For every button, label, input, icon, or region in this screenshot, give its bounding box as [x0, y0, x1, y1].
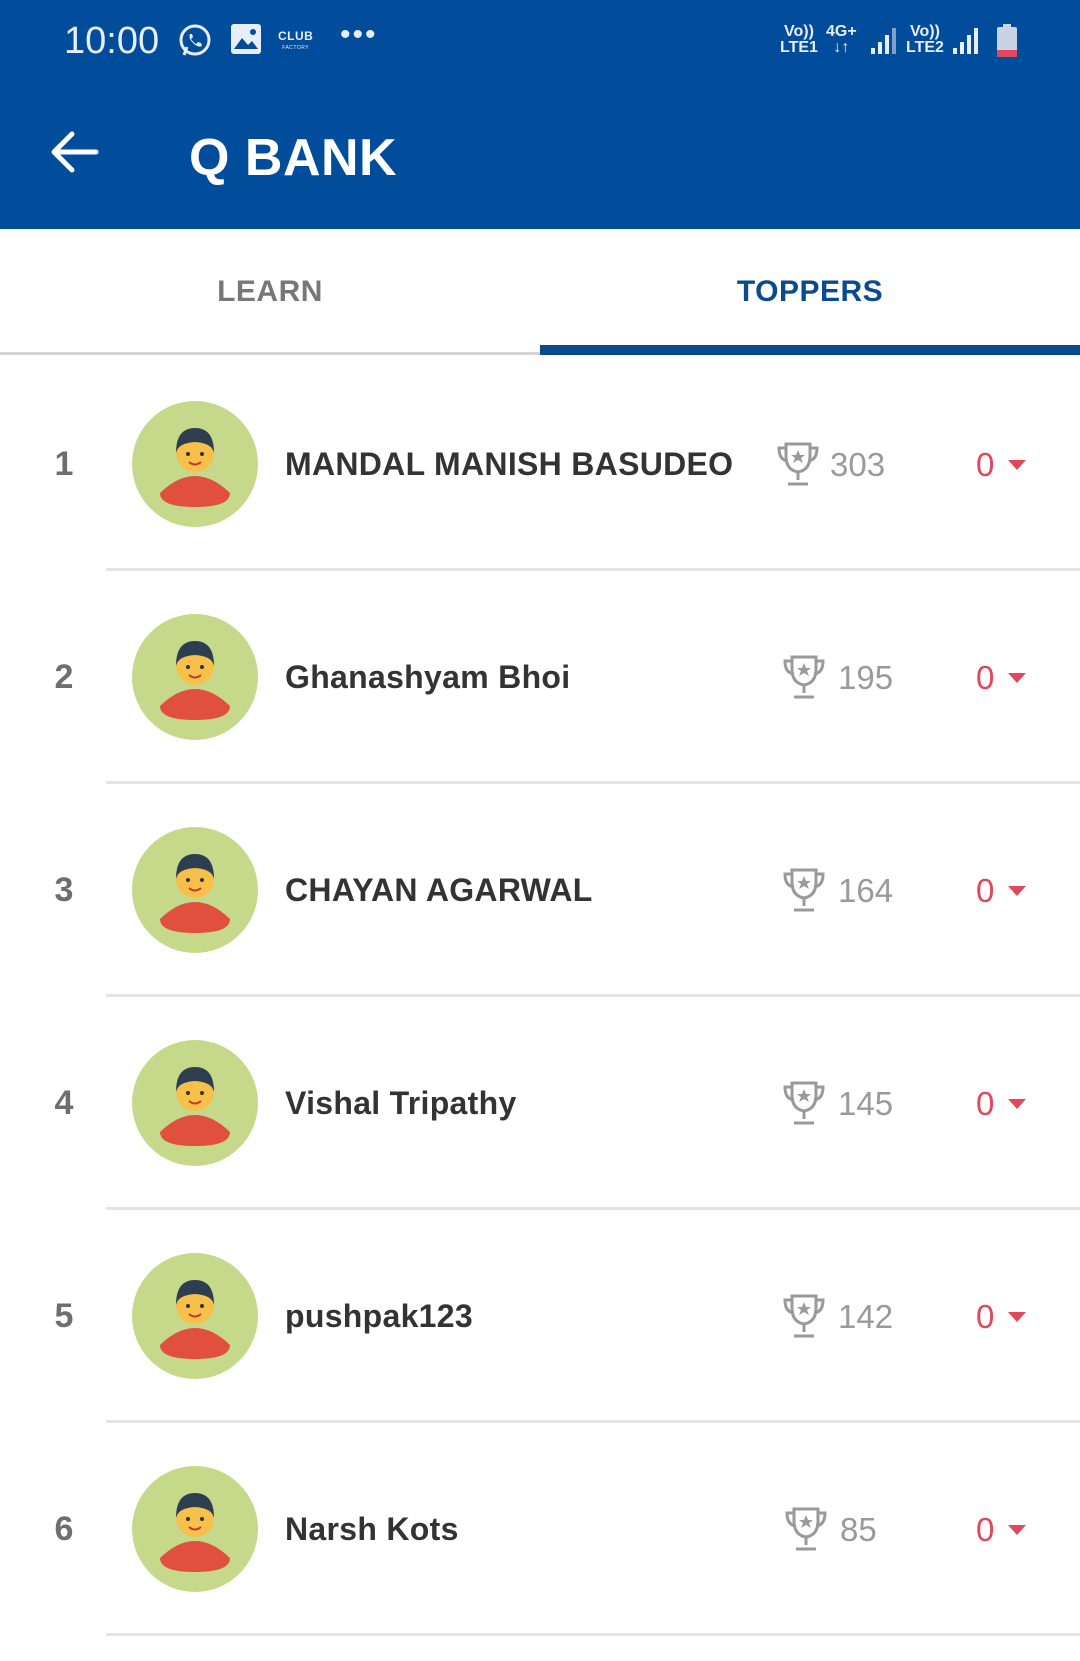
- topper-score: 164: [838, 872, 894, 909]
- caret-down-icon: [1008, 673, 1026, 683]
- network-type-indicator: 4G+ ↓↑: [826, 23, 857, 56]
- rank-change: 0: [976, 1511, 995, 1548]
- topper-name: Ghanashyam Bhoi: [285, 659, 571, 695]
- caret-down-icon: [1008, 460, 1026, 470]
- caret-down-icon: [1008, 1525, 1026, 1535]
- toppers-list: 1 MANDAL MANISH BASUDEO 303 0 2 Ghanashy…: [0, 358, 1080, 1636]
- tab-learn[interactable]: LEARN: [0, 229, 540, 355]
- topper-name: CHAYAN AGARWAL: [285, 872, 593, 908]
- trophy-icon: [783, 655, 825, 699]
- topper-name: Narsh Kots: [285, 1511, 459, 1547]
- arrow-left-icon[interactable]: [46, 124, 102, 180]
- trophy-icon: [785, 1507, 827, 1551]
- signal-sim2-icon: [953, 28, 978, 54]
- page-title: Q BANK: [189, 129, 398, 187]
- avatar-icon: [132, 827, 258, 953]
- tab-selected-indicator: [540, 345, 1080, 355]
- topper-score: 145: [838, 1085, 894, 1122]
- topper-row[interactable]: 6 Narsh Kots 85 0: [0, 1423, 1080, 1636]
- rank-change: 0: [976, 1085, 995, 1122]
- avatar-icon: [132, 614, 258, 740]
- status-time: 10:00: [64, 20, 160, 62]
- caret-down-icon: [1008, 1312, 1026, 1322]
- topper-row[interactable]: 1 MANDAL MANISH BASUDEO 303 0: [0, 358, 1080, 571]
- signal-sim1-icon: [871, 28, 896, 54]
- trophy-icon: [783, 1081, 825, 1125]
- rank-number: 3: [54, 871, 74, 909]
- trophy-icon: [783, 1294, 825, 1338]
- rank-number: 1: [54, 445, 74, 483]
- gallery-icon: [231, 24, 261, 54]
- avatar-icon: [132, 1253, 258, 1379]
- topper-row[interactable]: 2 Ghanashyam Bhoi 195 0: [0, 571, 1080, 784]
- toolbar: Q BANK: [0, 84, 1080, 229]
- avatar-icon: [132, 401, 258, 527]
- battery-icon: [997, 24, 1017, 57]
- rank-change: 0: [976, 1298, 995, 1335]
- sim1-volte-indicator: Vo)) LTE1: [780, 23, 818, 56]
- tab-toppers[interactable]: TOPPERS: [540, 229, 1080, 355]
- topper-name: pushpak123: [285, 1298, 473, 1334]
- topper-row[interactable]: 5 pushpak123 142 0: [0, 1210, 1080, 1423]
- trophy-icon: [777, 442, 819, 486]
- caret-down-icon: [1008, 1099, 1026, 1109]
- topper-score: 195: [838, 659, 894, 696]
- topper-score: 303: [830, 446, 886, 483]
- app-bar: 10:00 CLUB FACTORY ••• Vo)) LTE1 4G+ ↓↑: [0, 0, 1080, 229]
- trophy-icon: [783, 868, 825, 912]
- avatar-icon: [132, 1466, 258, 1592]
- more-notifications-icon: •••: [340, 18, 378, 51]
- rank-number: 2: [54, 658, 74, 696]
- rank-number: 4: [54, 1084, 74, 1122]
- topper-name: MANDAL MANISH BASUDEO: [285, 446, 734, 482]
- whatsapp-icon: [179, 24, 211, 56]
- sim2-volte-indicator: Vo)) LTE2: [906, 23, 944, 56]
- topper-row[interactable]: 4 Vishal Tripathy 145 0: [0, 997, 1080, 1210]
- topper-score: 85: [840, 1511, 877, 1548]
- topper-score: 142: [838, 1298, 894, 1335]
- rank-number: 6: [54, 1510, 74, 1548]
- rank-change: 0: [976, 872, 995, 909]
- rank-number: 5: [54, 1297, 74, 1335]
- caret-down-icon: [1008, 886, 1026, 896]
- rank-change: 0: [976, 446, 995, 483]
- status-bar: 10:00 CLUB FACTORY ••• Vo)) LTE1 4G+ ↓↑: [0, 0, 1080, 84]
- rank-change: 0: [976, 659, 995, 696]
- avatar-icon: [132, 1040, 258, 1166]
- tab-bar: LEARN TOPPERS: [0, 229, 1080, 355]
- topper-name: Vishal Tripathy: [285, 1085, 517, 1121]
- club-factory-icon: CLUB FACTORY: [278, 29, 314, 51]
- topper-row[interactable]: 3 CHAYAN AGARWAL 164 0: [0, 784, 1080, 997]
